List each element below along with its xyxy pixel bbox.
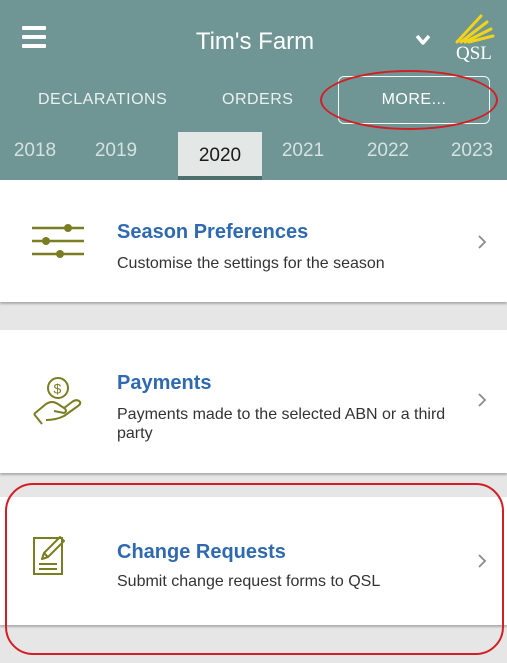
- tab-declarations[interactable]: DECLARATIONS: [38, 91, 167, 109]
- tab-orders[interactable]: ORDERS: [222, 91, 293, 109]
- hamburger-menu-icon[interactable]: [22, 26, 46, 48]
- chevron-right-icon: [478, 235, 487, 249]
- change-requests-description: Submit change request forms to QSL: [117, 573, 381, 590]
- payments-card[interactable]: $ Payments Payments made to the selected…: [0, 330, 507, 473]
- year-tabs: 2018 2019 2020 2021 2022 2023: [0, 128, 507, 180]
- change-requests-title: Change Requests: [117, 541, 286, 563]
- svg-text:$: $: [54, 381, 62, 397]
- payments-title: Payments: [117, 372, 212, 394]
- season-preferences-title: Season Preferences: [117, 221, 309, 243]
- tab-year-2018[interactable]: 2018: [0, 140, 70, 162]
- tab-year-2020[interactable]: 2020: [178, 132, 262, 180]
- tab-year-2022[interactable]: 2022: [353, 140, 423, 162]
- logo-text: QSL: [456, 43, 492, 62]
- chevron-right-icon: [478, 554, 487, 568]
- payment-hand-icon: $: [33, 377, 82, 425]
- tab-year-2021[interactable]: 2021: [268, 140, 338, 162]
- change-requests-card[interactable]: Change Requests Submit change request fo…: [0, 497, 507, 625]
- edit-form-icon: [33, 536, 65, 575]
- app-header: Tim's Farm QSL DECLARATIONS ORDERS MORE.…: [0, 0, 507, 180]
- payments-description: Payments made to the selected ABN or a t…: [117, 406, 446, 442]
- tab-year-2023[interactable]: 2023: [437, 140, 507, 162]
- tab-year-2019[interactable]: 2019: [81, 140, 151, 162]
- qsl-logo: QSL: [455, 14, 495, 62]
- more-button[interactable]: MORE...: [338, 76, 490, 124]
- farm-selector-title[interactable]: Tim's Farm: [150, 28, 360, 56]
- chevron-down-icon[interactable]: [415, 34, 431, 46]
- sliders-icon: [32, 224, 84, 258]
- season-preferences-card[interactable]: Season Preferences Customise the setting…: [0, 180, 507, 302]
- chevron-right-icon: [478, 393, 487, 407]
- season-preferences-description: Customise the settings for the season: [117, 255, 385, 272]
